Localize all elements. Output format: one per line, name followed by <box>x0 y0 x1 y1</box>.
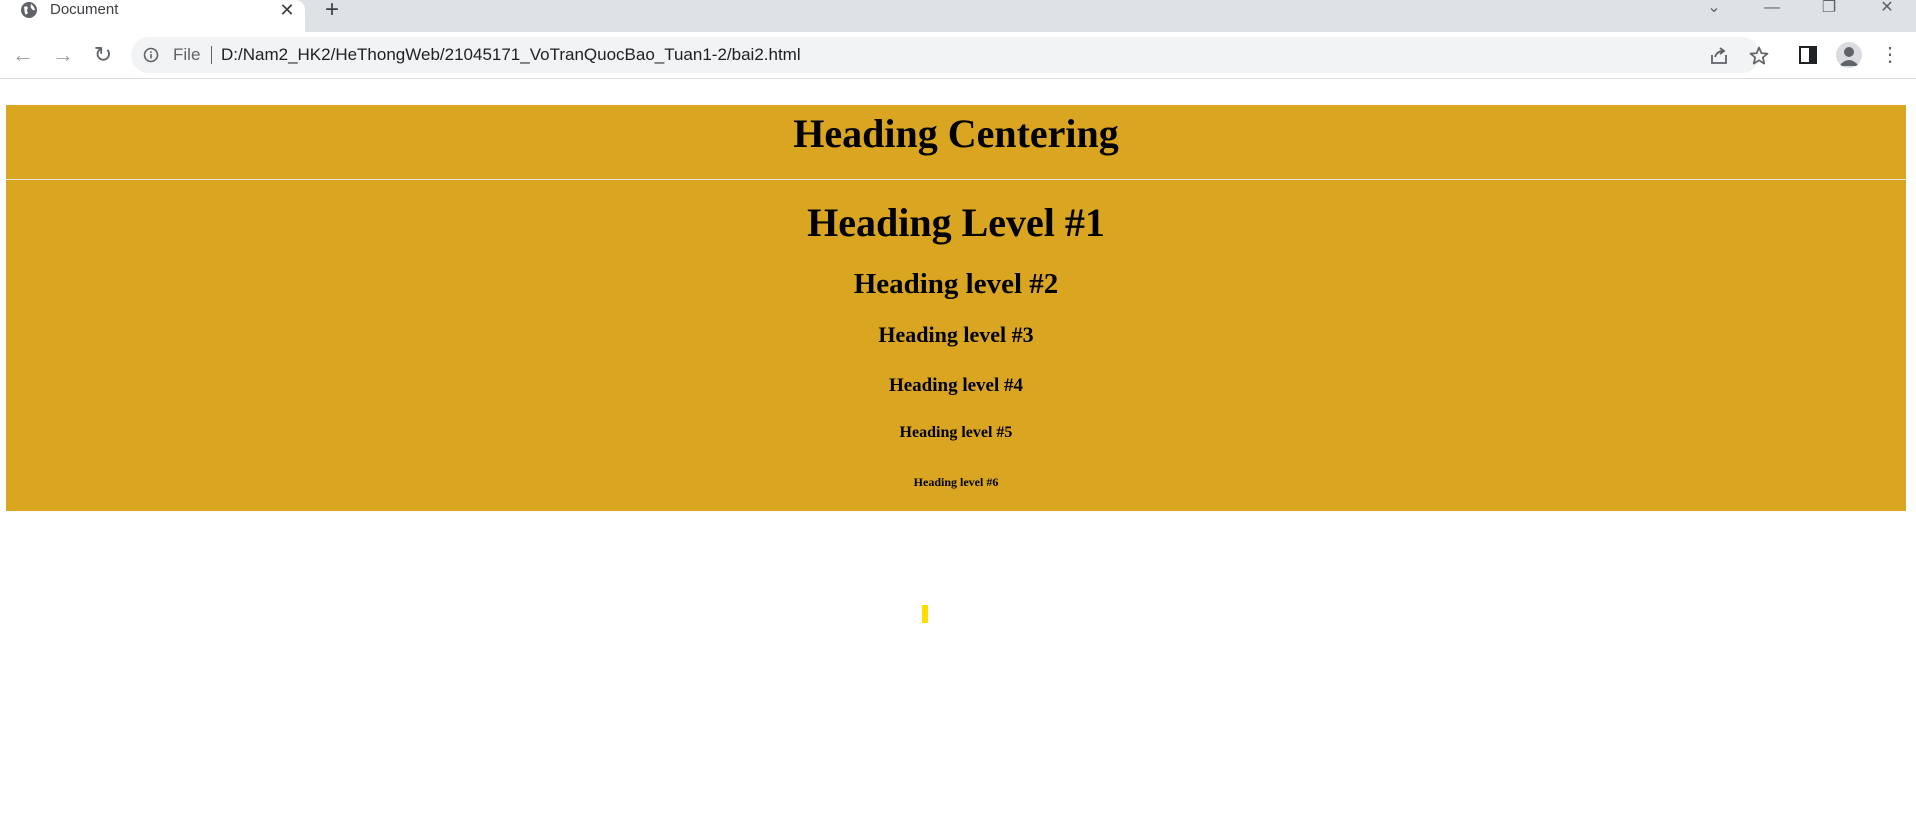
person-icon <box>1839 47 1859 66</box>
heading-level-3: Heading level #3 <box>878 322 1034 347</box>
browser-toolbar: ← → ↻ File D:/Nam2_HK2/HeThongWeb/210451… <box>0 32 1916 79</box>
globe-icon <box>21 2 37 18</box>
window-close-button[interactable]: ✕ <box>1864 0 1910 22</box>
forward-button[interactable]: → <box>49 41 77 69</box>
info-icon[interactable] <box>143 47 159 63</box>
scheme-separator <box>211 46 212 64</box>
minimize-button[interactable]: — <box>1749 0 1795 22</box>
back-button[interactable]: ← <box>9 41 37 69</box>
url-text[interactable]: D:/Nam2_HK2/HeThongWeb/21045171_VoTranQu… <box>221 45 801 65</box>
menu-icon[interactable]: ⋮ <box>1876 41 1904 69</box>
heading-centering-block: Heading Centering <box>6 105 1906 179</box>
share-icon[interactable] <box>1708 45 1730 67</box>
bookmark-star-icon[interactable] <box>1748 45 1770 67</box>
new-tab-button[interactable]: + <box>320 0 344 23</box>
tab-close-icon[interactable]: ✕ <box>277 0 297 20</box>
text-cursor-highlight <box>922 605 928 623</box>
reload-button[interactable]: ↻ <box>89 41 117 69</box>
heading-level-6: Heading level #6 <box>913 475 999 489</box>
heading-level-5: Heading level #5 <box>899 424 1013 441</box>
profile-avatar[interactable] <box>1836 42 1862 68</box>
page-content: Heading Centering Heading Level #1 Headi… <box>0 79 1916 826</box>
tab-strip: Document ✕ + ⌄ — ❐ ✕ <box>0 0 1916 32</box>
tab-search-icon[interactable]: ⌄ <box>1691 0 1737 22</box>
scheme-label: File <box>173 45 201 64</box>
heading-centering: Heading Centering <box>793 111 1119 156</box>
browser-tab-document[interactable]: Document ✕ <box>0 0 305 32</box>
tab-title: Document <box>50 1 119 18</box>
heading-level-4: Heading level #4 <box>888 375 1024 396</box>
address-bar[interactable]: File D:/Nam2_HK2/HeThongWeb/21045171_VoT… <box>131 37 1769 73</box>
heading-level-2: Heading level #2 <box>853 268 1059 300</box>
heading-level-1: Heading Level #1 <box>807 200 1105 245</box>
side-panel-icon[interactable] <box>1797 44 1819 66</box>
headings-block: Heading Level #1 Heading level #2 Headin… <box>6 180 1906 511</box>
restore-button[interactable]: ❐ <box>1806 0 1852 22</box>
